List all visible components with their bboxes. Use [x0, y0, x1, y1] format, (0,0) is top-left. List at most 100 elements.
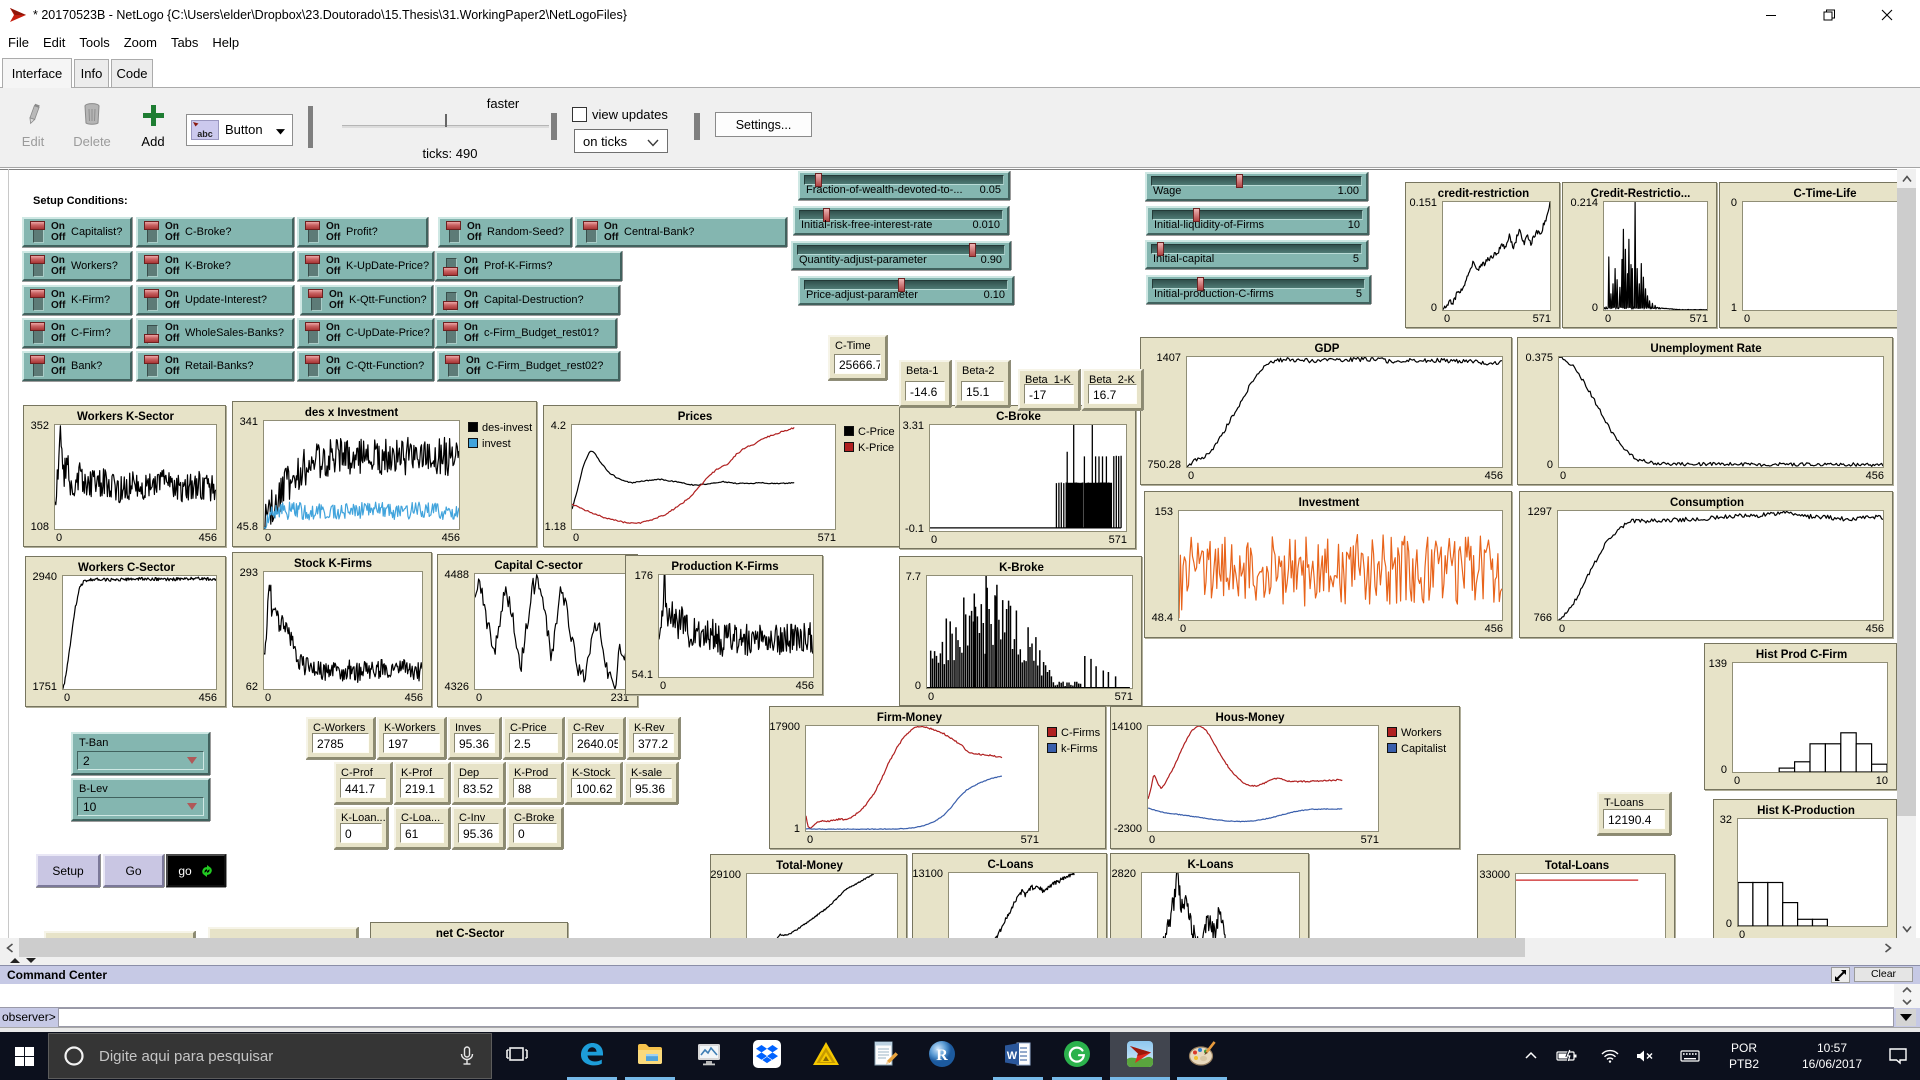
photos-taskbar-button[interactable]: [679, 1032, 739, 1080]
switch-knob[interactable]: [305, 221, 320, 230]
switch-c-qtt-function[interactable]: On Off C-Qtt-Function?: [297, 351, 434, 381]
switch-knob[interactable]: [443, 267, 458, 276]
vscroll-up-button[interactable]: [1897, 169, 1916, 188]
switch-c-firm[interactable]: On Off C-Firm?: [22, 318, 132, 348]
switch-knob[interactable]: [144, 221, 159, 230]
tray-language[interactable]: POR PTB2: [1722, 1040, 1766, 1072]
switch-knob[interactable]: [30, 289, 45, 298]
wifi-tray-icon[interactable]: [1593, 1032, 1627, 1080]
slider-initial-liquidity-of-firms[interactable]: Initial-liquidity-of-Firms 10: [1146, 206, 1369, 235]
switch-profit[interactable]: On Off Profit?: [297, 217, 428, 247]
switch-random-seed[interactable]: On Off Random-Seed?: [438, 217, 572, 247]
r-taskbar-button[interactable]: R: [912, 1032, 972, 1080]
command-center-output[interactable]: [0, 984, 1894, 1008]
switch-knob[interactable]: [446, 221, 461, 230]
menu-edit[interactable]: Edit: [36, 31, 72, 55]
update-mode-dropdown[interactable]: on ticks: [574, 129, 668, 153]
slider-initial-production-c-firms[interactable]: Initial-production-C-firms 5: [1146, 275, 1371, 304]
taskbar-search-box[interactable]: Digite aqui para pesquisar: [48, 1033, 492, 1079]
switch-knob[interactable]: [305, 355, 320, 364]
switch-retail-banks[interactable]: On Off Retail-Banks?: [136, 351, 294, 381]
command-center-popout-button[interactable]: [1831, 967, 1850, 983]
vscroll-thumb[interactable]: [1897, 188, 1916, 816]
dropbox-taskbar-button[interactable]: [737, 1032, 797, 1080]
chooser-value-box[interactable]: 2: [77, 751, 204, 770]
switch-wholesales-banks[interactable]: On Off WholeSales-Banks?: [136, 318, 294, 348]
go-button[interactable]: Go: [103, 854, 164, 887]
switch-c-firmbudgetrest01[interactable]: On Off c-Firm_Budget_rest01?: [435, 318, 617, 348]
switch-knob[interactable]: [443, 301, 458, 310]
switch-knob[interactable]: [583, 221, 598, 230]
switch-k-broke[interactable]: On Off K-Broke?: [136, 251, 294, 281]
switch-knob[interactable]: [144, 334, 159, 343]
hscroll-thumb[interactable]: [19, 938, 1525, 957]
chooser-t-ban[interactable]: T-Ban 2: [71, 732, 210, 775]
switch-knob[interactable]: [443, 322, 458, 331]
start-button[interactable]: [0, 1032, 48, 1080]
slider-initial-capital[interactable]: Initial-capital 5: [1145, 240, 1368, 269]
command-center-scrollbar[interactable]: [1894, 984, 1920, 1008]
add-button[interactable]: Add: [132, 134, 174, 149]
chooser-value-box[interactable]: 10: [77, 797, 204, 816]
menu-tabs[interactable]: Tabs: [164, 31, 205, 55]
triangle-app-taskbar-button[interactable]: [796, 1032, 856, 1080]
go-button[interactable]: go: [166, 854, 226, 887]
splitter-arrows-icon[interactable]: [10, 958, 36, 964]
edge-taskbar-button[interactable]: [562, 1032, 622, 1080]
restore-button[interactable]: [1806, 0, 1851, 30]
switch-knob[interactable]: [30, 255, 45, 264]
word-taskbar-button[interactable]: W: [988, 1032, 1048, 1080]
switch-k-update-price[interactable]: On Off K-UpDate-Price?: [297, 251, 434, 281]
switch-knob[interactable]: [445, 355, 460, 364]
vertical-scrollbar[interactable]: [1897, 169, 1916, 938]
speed-slider-thumb[interactable]: [445, 114, 447, 127]
command-center-splitter[interactable]: [0, 957, 1920, 965]
menu-zoom[interactable]: Zoom: [117, 31, 164, 55]
switch-knob[interactable]: [144, 255, 159, 264]
slider-initial-risk-free-interest-rate[interactable]: Initial-risk-free-interest-rate 0.010: [793, 206, 1009, 235]
file-explorer-taskbar-button[interactable]: [620, 1032, 680, 1080]
tab-code[interactable]: Code: [111, 59, 153, 87]
switch-knob[interactable]: [30, 322, 45, 331]
grammarly-taskbar-button[interactable]: [1047, 1032, 1107, 1080]
switch-c-broke[interactable]: On Off C-Broke?: [136, 217, 294, 247]
switch-central-bank[interactable]: On Off Central-Bank?: [575, 217, 787, 247]
slider-handle[interactable]: [969, 243, 976, 257]
tab-info[interactable]: Info: [74, 59, 109, 87]
switch-knob[interactable]: [144, 289, 159, 298]
battery-tray-icon[interactable]: [1550, 1032, 1584, 1080]
microphone-icon[interactable]: [459, 1046, 475, 1068]
tray-clock[interactable]: 10:57 16/06/2017: [1786, 1040, 1878, 1072]
chooser-b-lev[interactable]: B-Lev 10: [71, 778, 210, 821]
switch-prof-k-firms[interactable]: On Off Prof-K-Firms?: [435, 251, 622, 281]
switch-knob[interactable]: [30, 355, 45, 364]
close-button[interactable]: [1864, 0, 1909, 30]
hscroll-left-button[interactable]: [0, 938, 19, 957]
slider-quantity-adjust-parameter[interactable]: Quantity-adjust-parameter 0.90: [791, 241, 1011, 270]
switch-capital-destruction[interactable]: On Off Capital-Destruction?: [435, 285, 620, 315]
horizontal-scrollbar[interactable]: [0, 938, 1897, 957]
switch-knob[interactable]: [305, 255, 320, 264]
observer-input[interactable]: [58, 1008, 1894, 1027]
switch-update-interest[interactable]: On Off Update-Interest?: [136, 285, 294, 315]
switch-knob[interactable]: [305, 322, 320, 331]
slider-fraction-of-wealth-devoted-to-[interactable]: Fraction-of-wealth-devoted-to-... 0.05: [798, 171, 1010, 200]
action-center-icon[interactable]: [1878, 1032, 1918, 1080]
edit-button[interactable]: Edit: [12, 134, 54, 149]
view-updates-checkbox[interactable]: [572, 107, 587, 122]
volume-muted-tray-icon[interactable]: [1629, 1032, 1663, 1080]
switch-k-qtt-function[interactable]: On Off K-Qtt-Function?: [300, 285, 433, 315]
switch-c-update-price[interactable]: On Off C-UpDate-Price?: [297, 318, 434, 348]
observer-history-dropdown[interactable]: [1896, 1009, 1916, 1026]
slider-handle[interactable]: [1236, 174, 1244, 188]
slider-wage[interactable]: Wage 1.00: [1145, 172, 1368, 201]
menu-file[interactable]: File: [8, 31, 36, 55]
switch-knob[interactable]: [30, 221, 45, 230]
clear-button[interactable]: Clear: [1854, 967, 1913, 982]
switch-bank[interactable]: On Off Bank?: [22, 351, 132, 381]
switch-knob[interactable]: [144, 355, 159, 364]
menu-help[interactable]: Help: [205, 31, 246, 55]
tab-interface[interactable]: Interface: [2, 58, 72, 88]
switch-k-firm[interactable]: On Off K-Firm?: [22, 285, 132, 315]
keyboard-tray-icon[interactable]: [1673, 1032, 1707, 1080]
